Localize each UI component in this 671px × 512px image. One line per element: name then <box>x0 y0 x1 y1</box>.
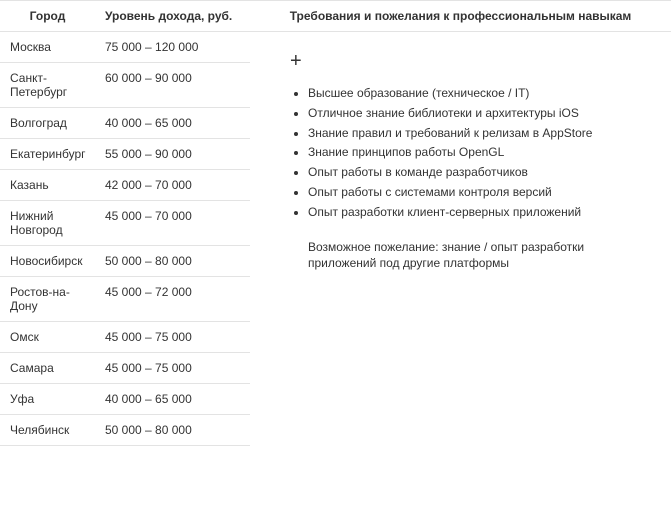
optional-note: Возможное пожелание: знание / опыт разра… <box>308 239 651 273</box>
salary-cell: 60 000 – 90 000 <box>95 63 250 108</box>
salary-cell: 50 000 – 80 000 <box>95 246 250 277</box>
requirements-list: Высшее образование (техническое / IT) Отл… <box>280 85 651 221</box>
salary-table: Город Уровень дохода, руб. Требования и … <box>0 0 671 446</box>
salary-cell: 40 000 – 65 000 <box>95 108 250 139</box>
salary-cell: 45 000 – 75 000 <box>95 353 250 384</box>
city-cell: Новосибирск <box>0 246 95 277</box>
table-row: Москва75 000 – 120 000+Высшее образовани… <box>0 32 671 63</box>
city-cell: Казань <box>0 170 95 201</box>
list-item: Опыт разработки клиент-серверных приложе… <box>308 204 651 221</box>
salary-cell: 55 000 – 90 000 <box>95 139 250 170</box>
city-cell: Ростов-на-Дону <box>0 277 95 322</box>
salary-cell: 45 000 – 70 000 <box>95 201 250 246</box>
list-item: Опыт работы с системами контроля версий <box>308 184 651 201</box>
salary-cell: 42 000 – 70 000 <box>95 170 250 201</box>
salary-cell: 40 000 – 65 000 <box>95 384 250 415</box>
city-cell: Самара <box>0 353 95 384</box>
table-header-row: Город Уровень дохода, руб. Требования и … <box>0 1 671 32</box>
salary-cell: 45 000 – 75 000 <box>95 322 250 353</box>
salary-cell: 45 000 – 72 000 <box>95 277 250 322</box>
list-item: Знание правил и требований к релизам в A… <box>308 125 651 142</box>
city-cell: Екатеринбург <box>0 139 95 170</box>
city-cell: Москва <box>0 32 95 63</box>
city-cell: Уфа <box>0 384 95 415</box>
header-city: Город <box>0 1 95 32</box>
plus-icon: + <box>290 50 651 73</box>
list-item: Высшее образование (техническое / IT) <box>308 85 651 102</box>
city-cell: Санкт-Петербург <box>0 63 95 108</box>
city-cell: Волгоград <box>0 108 95 139</box>
city-cell: Нижний Новгород <box>0 201 95 246</box>
header-salary: Уровень дохода, руб. <box>95 1 250 32</box>
requirements-cell: + Высшее образование (техническое / IT) От… <box>250 32 671 446</box>
table-body: Москва75 000 – 120 000 + Высшее образовани… <box>0 32 671 446</box>
city-cell: Челябинск <box>0 415 95 446</box>
header-requirements: Требования и пожелания к профессиональны… <box>250 1 671 32</box>
salary-cell: 75 000 – 120 000 <box>95 32 250 63</box>
list-item: Опыт работы в команде разработчиков <box>308 164 651 181</box>
list-item: Отличное знание библиотеки и архитектуры… <box>308 105 651 122</box>
list-item: Знание принципов работы OpenGL <box>308 144 651 161</box>
salary-cell: 50 000 – 80 000 <box>95 415 250 446</box>
city-cell: Омск <box>0 322 95 353</box>
